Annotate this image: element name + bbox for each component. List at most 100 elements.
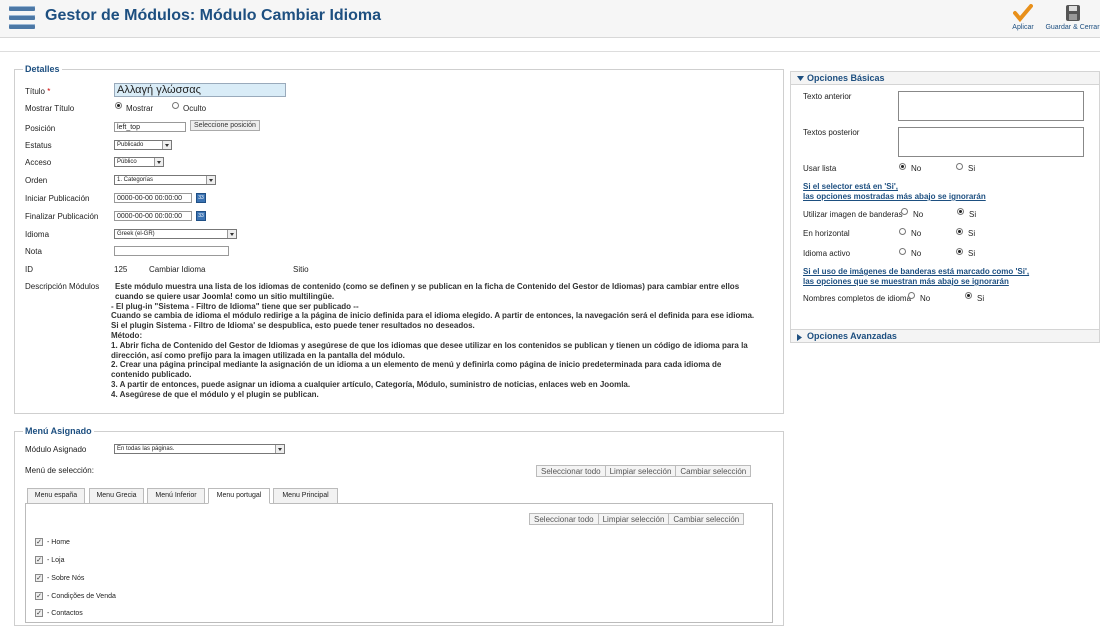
title-input[interactable]: Αλλαγή γλώσσας — [114, 83, 286, 97]
tab-menu-grecia[interactable]: Menu Grecia — [89, 488, 144, 504]
module-assigned-select[interactable]: En todas las páginas. — [114, 444, 285, 454]
menu-item-label: - Contactos — [47, 610, 83, 617]
tab-menu-principal[interactable]: Menu Principal — [273, 488, 338, 504]
show-option-label: Mostrar — [126, 104, 154, 113]
end-publication-input[interactable]: 0000-00-00 00:00:00 — [114, 211, 192, 221]
menu-item-checkbox[interactable]: ✓ — [35, 609, 43, 617]
menu-selection-buttons: Seleccionar todo Limpiar selección Cambi… — [536, 465, 752, 477]
full-names-label: Nombres completos de idioma — [803, 294, 912, 303]
no-label: No — [911, 249, 922, 258]
note-label: Nota — [25, 247, 42, 256]
tab-menu-inferior[interactable]: Menú Inferior — [147, 488, 205, 504]
description-line: 4. Asegúrese de que el módulo y el plugi… — [111, 389, 319, 399]
menu-selection-label: Menú de selección: — [25, 466, 94, 475]
use-list-label: Usar lista — [803, 164, 837, 173]
module-name: Cambiar Idioma — [149, 265, 206, 274]
menu-item-label: - Loja — [47, 557, 65, 564]
position-input[interactable]: left_top — [114, 122, 186, 132]
active-language-yes-radio[interactable] — [956, 248, 963, 255]
advanced-options-header[interactable]: Opciones Avanzadas — [790, 329, 1100, 343]
details-legend: Detalles — [25, 64, 60, 74]
use-flags-yes-radio[interactable] — [957, 208, 964, 215]
calendar-icon[interactable]: 33 — [196, 193, 206, 203]
use-list-no-radio[interactable] — [899, 163, 906, 170]
text-before-textarea[interactable] — [898, 91, 1084, 121]
description-line: Si el plugin Sistema - Filtro de Idioma'… — [111, 321, 475, 331]
use-list-yes-radio[interactable] — [956, 163, 963, 170]
description-line: contenido publicado. — [111, 370, 192, 380]
clear-selection-button[interactable]: Limpiar selección — [597, 513, 670, 525]
triangle-right-icon — [797, 334, 802, 341]
note-input[interactable] — [114, 246, 229, 256]
menu-item-checkbox[interactable]: ✓ — [35, 556, 43, 564]
menu-item-checkbox[interactable]: ✓ — [35, 538, 43, 546]
apply-button[interactable]: Aplicar — [1009, 4, 1037, 31]
show-title-hide-radio[interactable] — [172, 102, 179, 109]
no-label: No — [913, 210, 924, 219]
required-asterisk: * — [47, 87, 51, 96]
horizontal-no-radio[interactable] — [899, 228, 906, 235]
show-title-label: Mostrar Título — [25, 104, 75, 113]
text-after-label: Textos posterior — [803, 128, 860, 137]
use-flags-no-radio[interactable] — [901, 208, 908, 215]
basic-options-header[interactable]: Opciones Básicas — [790, 71, 1100, 85]
module-assigned-label: Módulo Asignado — [25, 445, 87, 454]
clear-selection-button[interactable]: Limpiar selección — [604, 465, 677, 477]
menu-item-checkbox[interactable]: ✓ — [35, 574, 43, 582]
menu-assignment-legend: Menú Asignado — [25, 426, 92, 436]
basic-options-title: Opciones Básicas — [807, 73, 885, 83]
toggle-selection-button[interactable]: Cambiar selección — [675, 465, 752, 477]
chevron-down-icon — [206, 176, 215, 184]
order-select[interactable]: 1. Categorías — [114, 175, 216, 185]
status-select[interactable]: Publicado — [114, 140, 172, 150]
select-all-button[interactable]: Seleccionar todo — [529, 513, 599, 525]
access-label: Acceso — [25, 158, 52, 167]
description-line: Cuando se cambia de idioma el módulo red… — [111, 311, 755, 321]
description-line: dirección, así como prefijo para la imag… — [111, 350, 405, 360]
show-title-show-radio[interactable] — [115, 102, 122, 109]
page-title: Gestor de Módulos: Módulo Cambiar Idioma — [45, 7, 382, 24]
start-publication-input[interactable]: 0000-00-00 00:00:00 — [114, 193, 192, 203]
description-label: Descripción Módulos — [25, 282, 100, 291]
horizontal-yes-radio[interactable] — [956, 228, 963, 235]
yes-label: Si — [968, 164, 976, 173]
tab-menu-portugal[interactable]: Menu portugal — [208, 488, 270, 504]
no-label: No — [911, 229, 922, 238]
select-position-button[interactable]: Seleccione posición — [190, 120, 260, 131]
description-line: Este módulo muestra una lista de los idi… — [115, 282, 740, 291]
position-label: Posición — [25, 124, 56, 133]
triangle-down-icon — [797, 76, 804, 81]
chevron-down-icon — [154, 158, 163, 166]
yes-label: Si — [969, 210, 977, 219]
active-language-label: Idioma activo — [803, 249, 851, 258]
description-line: Método: — [111, 330, 143, 340]
yes-label: Si — [968, 229, 976, 238]
full-names-yes-radio[interactable] — [965, 292, 972, 299]
language-select[interactable]: Greek (el-GR) — [114, 229, 237, 239]
order-label: Orden — [25, 176, 48, 185]
save-close-button[interactable]: Guardar & Cerrar — [1045, 4, 1100, 31]
status-value: Publicado — [117, 142, 144, 148]
toggle-selection-button[interactable]: Cambiar selección — [668, 513, 745, 525]
text-after-textarea[interactable] — [898, 127, 1084, 157]
select-all-button[interactable]: Seleccionar todo — [536, 465, 606, 477]
end-publication-label: Finalizar Publicación — [25, 212, 99, 221]
title-label-text: Título — [25, 87, 46, 96]
calendar-icon[interactable]: 33 — [196, 211, 206, 221]
tab-menu-espana[interactable]: Menu españa — [27, 488, 85, 504]
full-names-no-radio[interactable] — [908, 292, 915, 299]
id-label: ID — [25, 265, 33, 274]
id-value: 125 — [114, 265, 128, 274]
save-close-label: Guardar & Cerrar — [1045, 24, 1100, 31]
status-label: Estatus — [25, 141, 52, 150]
floppy-disk-icon — [1065, 5, 1080, 21]
description-line: 1. Abrir ficha de Contenido del Gestor d… — [111, 340, 748, 350]
access-select[interactable]: Público — [114, 157, 164, 167]
list-note-line1: Si el selector está en 'Si', — [803, 182, 898, 191]
active-language-no-radio[interactable] — [899, 248, 906, 255]
no-label: No — [920, 294, 931, 303]
menu-item-label: - Sobre Nós — [47, 575, 85, 582]
language-value: Greek (el-GR) — [117, 231, 155, 237]
use-flags-label: Utilizar imagen de banderas — [803, 210, 903, 219]
menu-item-checkbox[interactable]: ✓ — [35, 592, 43, 600]
